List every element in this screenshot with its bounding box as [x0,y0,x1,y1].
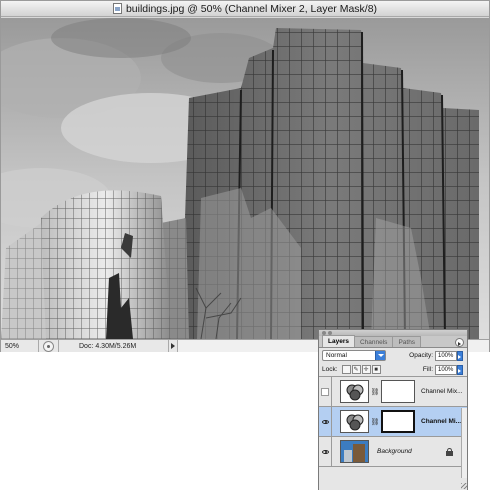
link-chain-icon[interactable]: ⛓ [369,377,381,406]
adjustment-layer-icon [346,384,363,400]
layer-name: Channel Mi... [421,418,462,425]
tab-channels[interactable]: Channels [353,336,394,347]
adjustment-thumbnail [340,410,369,433]
status-menu-arrow-icon[interactable] [168,340,178,352]
layer-mask-thumbnail[interactable] [381,380,415,403]
blend-row: Normal Opacity: 100% [319,348,467,363]
visibility-toggle[interactable] [319,407,332,436]
opacity-input[interactable]: 100% [435,350,457,361]
eye-icon [321,449,329,454]
buildings-photo [1,18,489,339]
title-bar[interactable]: buildings.jpg @ 50% (Channel Mixer 2, La… [1,1,489,17]
layer-name: Channel Mix... [421,388,463,395]
layer-row[interactable]: ⛓ Channel Mix... [319,377,467,407]
document-icon [112,3,122,14]
chevron-down-icon [375,351,385,360]
layers-vertical-scrollbar[interactable] [461,408,467,478]
layers-panel: Layers Channels Paths Normal Opacity: 10… [318,329,468,490]
image-canvas[interactable] [1,18,489,339]
lock-image-icon[interactable]: ✎ [351,365,361,374]
tab-layers[interactable]: Layers [322,335,355,347]
opacity-label: Opacity: [409,352,433,359]
doc-size: Doc: 4.30M/5.26M [58,340,168,352]
document-title: buildings.jpg @ 50% (Channel Mixer 2, La… [125,2,378,15]
layer-row-selected[interactable]: ⛓ Channel Mi... [319,407,467,437]
blend-mode-value: Normal [326,352,347,359]
lock-all-icon[interactable]: ■ [371,365,381,374]
layer-row-background[interactable]: Background [319,437,467,467]
resize-grip-icon[interactable] [461,483,467,489]
lock-transparent-icon[interactable] [341,365,351,374]
fill-slider-button[interactable] [457,364,463,375]
palette-menu-icon[interactable] [455,338,464,347]
layers-list-empty-area [319,467,467,490]
palette-tabs: Layers Channels Paths [319,335,467,348]
lock-icon [446,447,453,456]
lock-position-icon[interactable]: ✛ [361,365,371,374]
layer-name: Background [377,448,412,455]
fill-label: Fill: [422,366,433,373]
adjustment-layer-icon [346,414,363,430]
photo-thumbnail-icon [341,441,368,462]
visibility-toggle[interactable] [319,437,332,466]
document-window: buildings.jpg @ 50% (Channel Mixer 2, La… [0,0,490,352]
info-icon[interactable] [43,340,54,352]
blend-mode-select[interactable]: Normal [322,350,386,361]
lock-label: Lock: [322,366,338,373]
opacity-slider-button[interactable] [457,350,463,361]
fill-input[interactable]: 100% [435,364,457,375]
zoom-level[interactable]: 50% [1,340,39,352]
background-thumbnail [340,440,369,463]
tab-paths[interactable]: Paths [392,336,422,347]
visibility-toggle[interactable] [319,377,332,406]
link-chain-icon[interactable]: ⛓ [369,407,381,436]
adjustment-thumbnail [340,380,369,403]
eye-icon [321,419,329,424]
layer-mask-thumbnail[interactable] [381,410,415,433]
empty-visibility-box [321,387,329,396]
lock-row: Lock: ✎ ✛ ■ Fill: 100% [319,363,467,377]
